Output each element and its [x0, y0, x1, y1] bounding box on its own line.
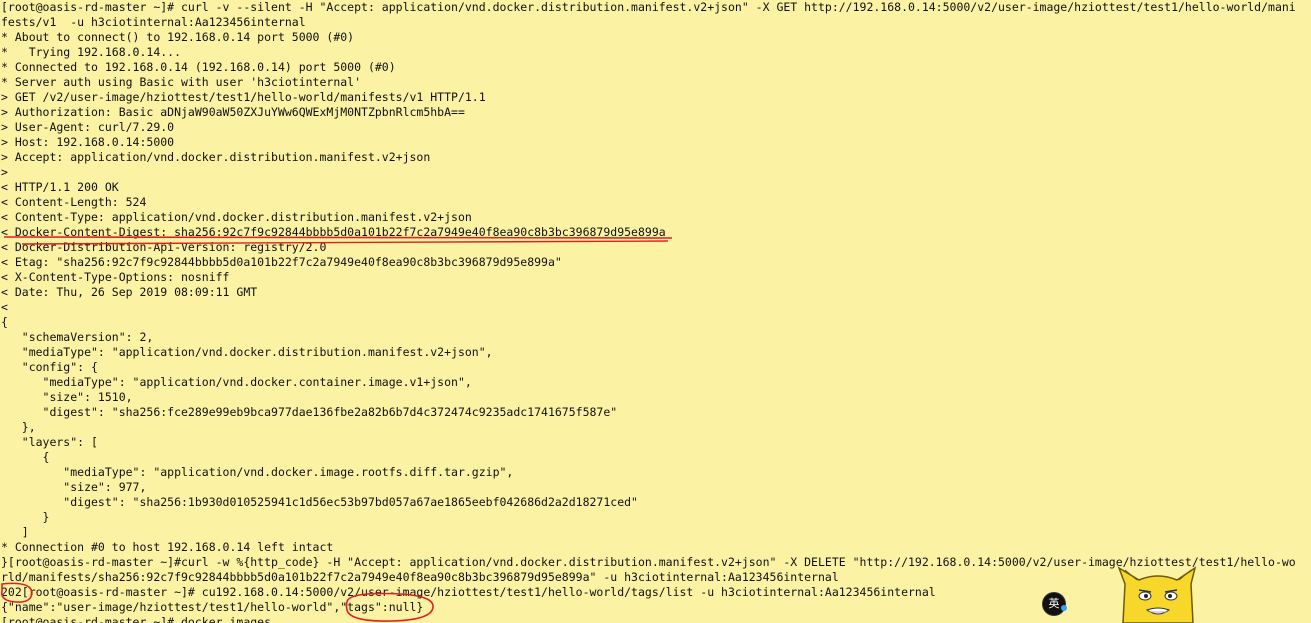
terminal-line: < Docker-Distribution-Api-Version: regis…	[1, 240, 327, 254]
terminal-line: * Connected to 192.168.0.14 (192.168.0.1…	[1, 60, 396, 74]
terminal-line: "size": 1510,	[1, 390, 133, 404]
terminal-line: "mediaType": "application/vnd.docker.dis…	[1, 345, 493, 359]
terminal-line: "digest": "sha256:fce289e99eb9bca977dae1…	[1, 405, 618, 419]
terminal-window[interactable]: [root@oasis-rd-master ~]# curl -v --sile…	[0, 0, 1311, 623]
terminal-line: 202[root@oasis-rd-master ~]# cu192.168.0…	[1, 585, 936, 599]
ime-status-dot	[1061, 605, 1067, 611]
terminal-line: },	[1, 420, 36, 434]
terminal-line: "size": 977,	[1, 480, 147, 494]
terminal-line: * Server auth using Basic with user 'h3c…	[1, 75, 362, 89]
terminal-line: {	[1, 315, 8, 329]
terminal-line: [root@oasis-rd-master ~]# curl -v --sile…	[1, 0, 1296, 14]
terminal-line: "layers": [	[1, 435, 98, 449]
terminal-line: < Date: Thu, 26 Sep 2019 08:09:11 GMT	[1, 285, 258, 299]
terminal-line: < Docker-Content-Digest: sha256:92c7f9c9…	[1, 225, 666, 239]
terminal-line: < Etag: "sha256:92c7f9c92844bbbb5d0a101b…	[1, 255, 562, 269]
terminal-line: rld/manifests/sha256:92c7f9c92844bbbb5d0…	[1, 570, 839, 584]
terminal-line: {	[1, 450, 50, 464]
terminal-line: > User-Agent: curl/7.29.0	[1, 120, 175, 134]
ime-language-indicator[interactable]: 英	[1043, 593, 1065, 615]
terminal-line: * Trying 192.168.0.14...	[1, 45, 182, 59]
terminal-line: "schemaVersion": 2,	[1, 330, 154, 344]
terminal-line: * About to connect() to 192.168.0.14 por…	[1, 30, 355, 44]
terminal-line: < Content-Length: 524	[1, 195, 147, 209]
terminal-line: < HTTP/1.1 200 OK	[1, 180, 119, 194]
terminal-line: "config": {	[1, 360, 98, 374]
terminal-line: [root@oasis-rd-master ~]# docker images	[1, 615, 272, 623]
terminal-line: < X-Content-Type-Options: nosniff	[1, 270, 230, 284]
terminal-line: > Accept: application/vnd.docker.distrib…	[1, 150, 431, 164]
terminal-line: > GET /v2/user-image/hziottest/test1/hel…	[1, 90, 486, 104]
terminal-line: * Connection #0 to host 192.168.0.14 lef…	[1, 540, 334, 554]
yellow-cat-mascot-icon	[1117, 566, 1197, 623]
terminal-line: {"name":"user-image/hziottest/test1/hell…	[1, 600, 424, 614]
terminal-line: }[root@oasis-rd-master ~]#curl -w %{http…	[1, 555, 1296, 569]
terminal-line: >	[1, 165, 8, 179]
terminal-line: "mediaType": "application/vnd.docker.ima…	[1, 465, 514, 479]
terminal-line: "mediaType": "application/vnd.docker.con…	[1, 375, 472, 389]
terminal-line: fests/v1 -u h3ciotinternal:Aa123456inter…	[1, 15, 306, 29]
terminal-line: > Authorization: Basic aDNjaW90aW50ZXJuY…	[1, 105, 465, 119]
terminal-line: ]	[1, 525, 29, 539]
terminal-line: "digest": "sha256:1b930d010525941c1d56ec…	[1, 495, 638, 509]
terminal-line: > Host: 192.168.0.14:5000	[1, 135, 175, 149]
terminal-line: < Content-Type: application/vnd.docker.d…	[1, 210, 472, 224]
terminal-line: }	[1, 510, 50, 524]
terminal-line: <	[1, 300, 8, 314]
